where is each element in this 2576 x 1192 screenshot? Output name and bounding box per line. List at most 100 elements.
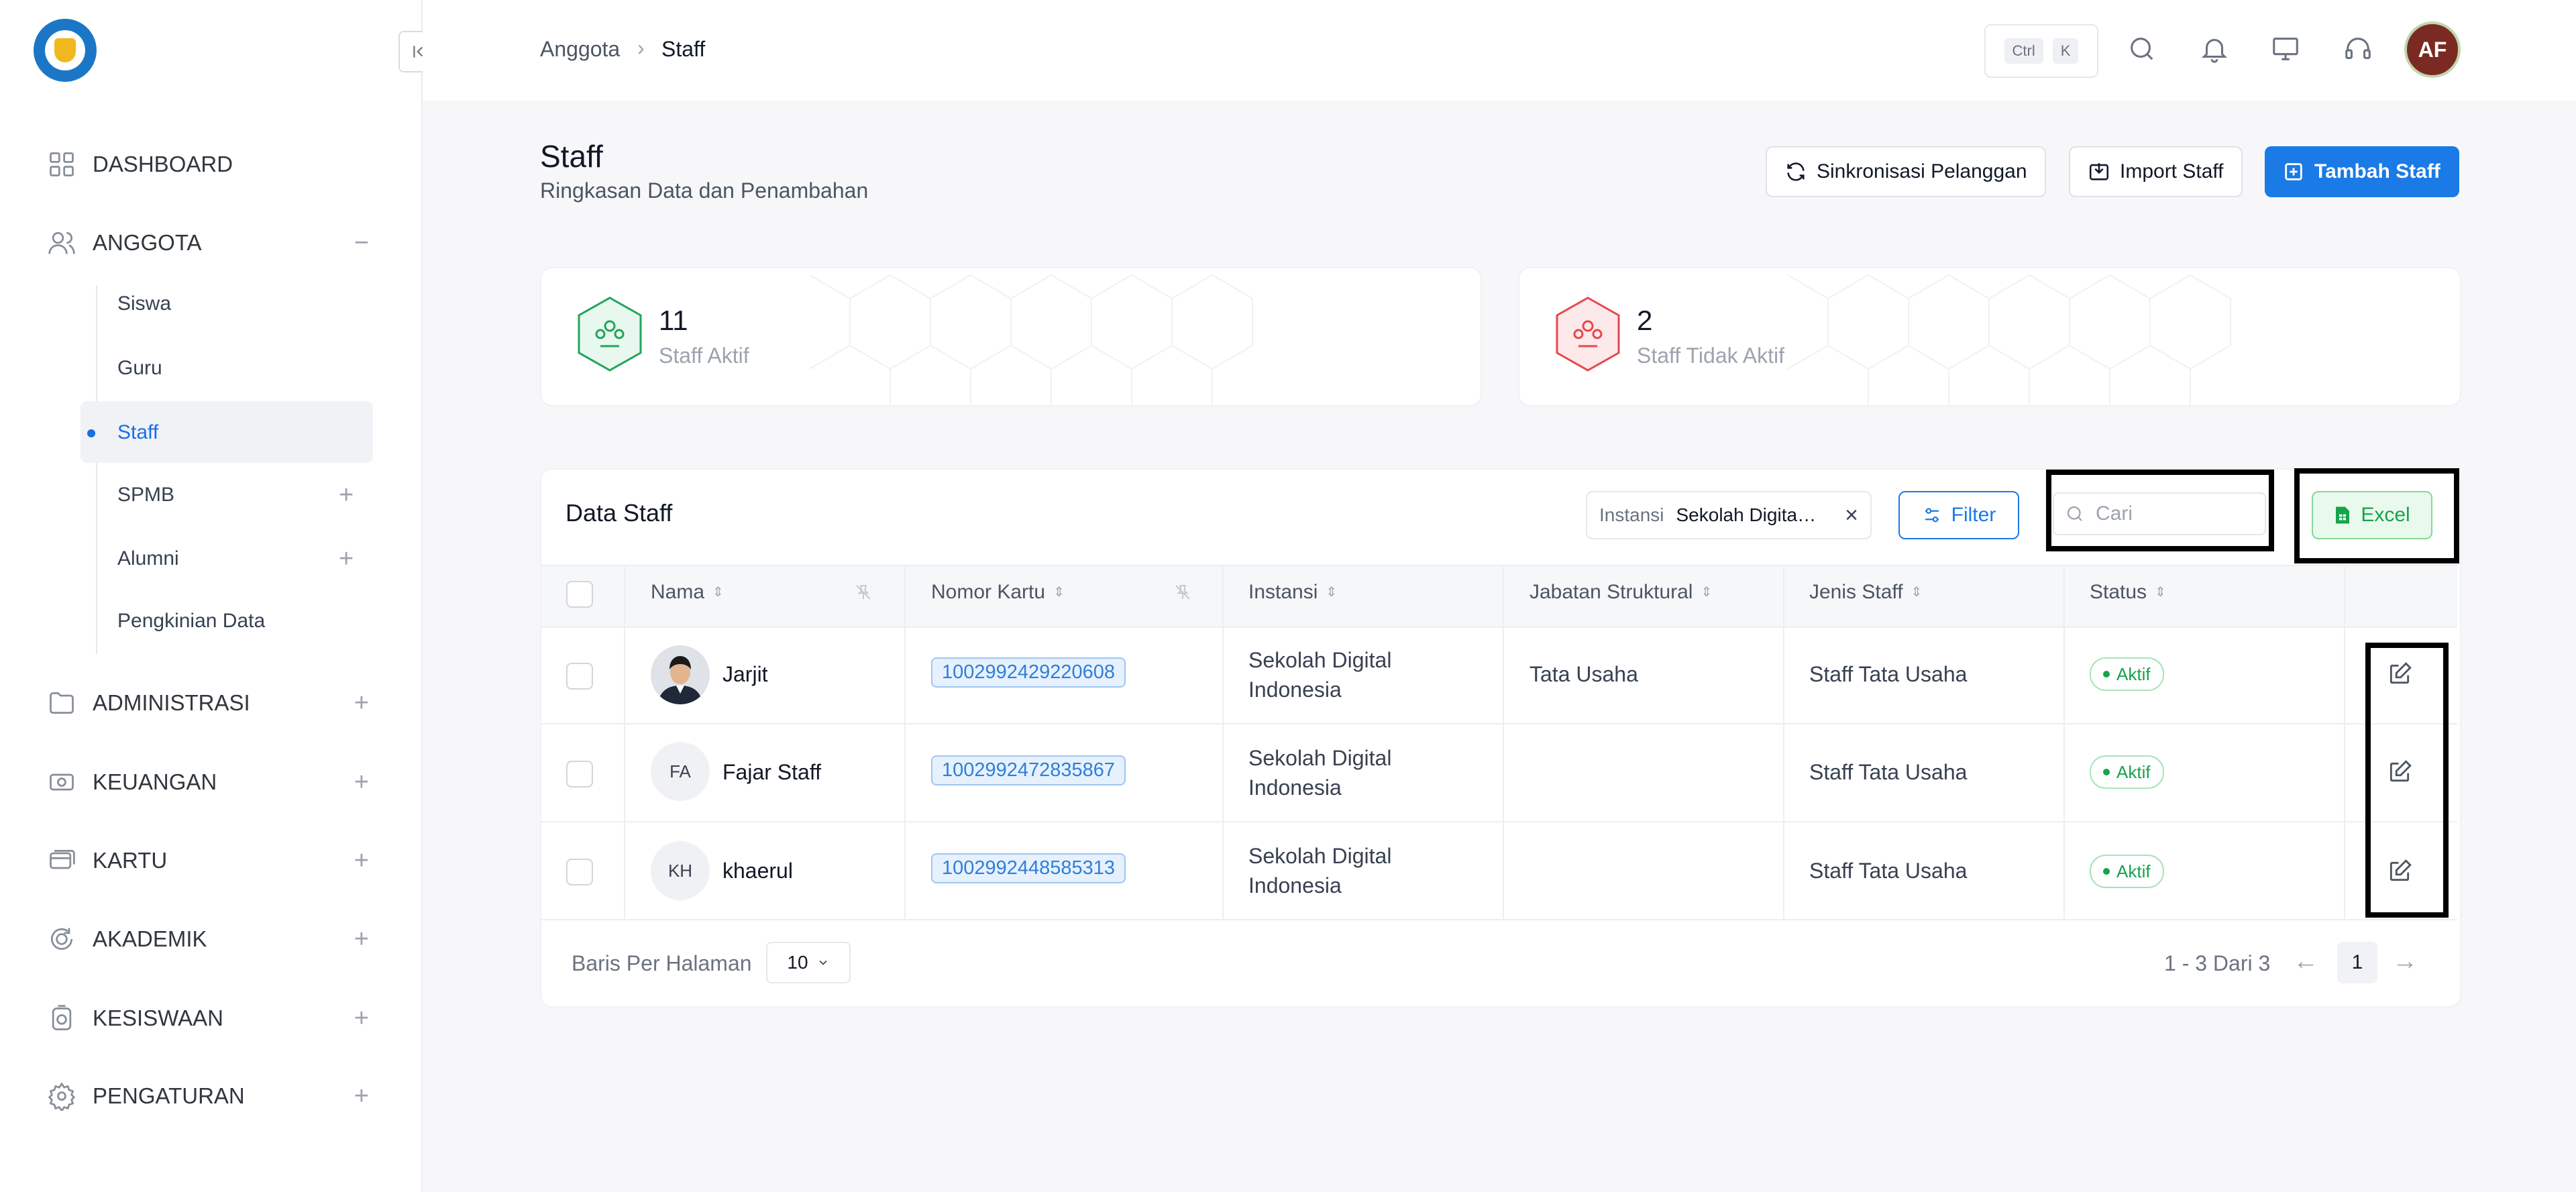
expand-toggle[interactable]: + — [354, 925, 369, 954]
filter-chip-instansi[interactable]: Instansi Sekolah Digital Indonesia × — [1586, 491, 1872, 539]
card-number-badge[interactable]: 1002992448585313 — [931, 853, 1126, 883]
current-page-button[interactable]: 1 — [2337, 942, 2377, 983]
school-logo[interactable] — [34, 19, 97, 82]
user-avatar[interactable]: AF — [2404, 21, 2461, 78]
row-checkbox[interactable] — [566, 761, 593, 788]
expand-toggle[interactable]: + — [339, 542, 354, 576]
expand-toggle[interactable]: + — [339, 478, 354, 512]
sort-icon[interactable]: ⇕ — [712, 586, 724, 599]
sidebar-item-administrasi[interactable]: ADMINISTRASI + — [47, 683, 369, 723]
users-icon — [48, 231, 75, 254]
sort-icon[interactable]: ⇕ — [1326, 586, 1337, 599]
sort-icon[interactable]: ⇕ — [1911, 586, 1923, 599]
chevron-down-icon — [818, 960, 827, 965]
search-icon[interactable] — [2127, 34, 2157, 64]
remove-filter-icon[interactable]: × — [1845, 502, 1858, 529]
stat-inactive-label: Staff Tidak Aktif — [1637, 343, 1784, 368]
unpin-icon[interactable] — [1173, 582, 1193, 602]
expand-toggle[interactable]: + — [354, 689, 369, 718]
sidebar-item-akademik[interactable]: AKADEMIK + — [47, 919, 369, 959]
sidebar-item-keuangan[interactable]: KEUANGAN + — [47, 762, 369, 802]
headset-icon[interactable] — [2343, 34, 2373, 64]
staff-name[interactable]: khaerul — [722, 859, 793, 883]
top-bar — [423, 0, 2576, 101]
instansi-line: Indonesia — [1248, 873, 1342, 898]
unpin-icon[interactable] — [853, 582, 873, 602]
column-header-jenis-staff[interactable]: Jenis Staff ⇕ — [1809, 581, 1922, 604]
column-header-status[interactable]: Status ⇕ — [2090, 581, 2166, 604]
prev-page-button[interactable]: ← — [2293, 947, 2318, 976]
import-staff-button[interactable]: Import Staff — [2069, 146, 2243, 197]
column-header-nama[interactable]: Nama ⇕ — [651, 581, 724, 604]
sidebar-item-label: KEUANGAN — [93, 769, 217, 794]
column-label: Status — [2090, 581, 2147, 603]
row-checkbox[interactable] — [566, 663, 593, 690]
card-number-badge[interactable]: 1002992429220608 — [931, 657, 1126, 688]
search-input[interactable]: Cari — [2053, 492, 2266, 535]
column-header-nomor-kartu[interactable]: Nomor Kartu ⇕ — [931, 581, 1065, 604]
table-title: Data Staff — [566, 499, 673, 527]
rows-per-page-select[interactable]: 10 — [766, 942, 851, 983]
column-divider — [624, 565, 625, 919]
hex-pattern — [1788, 274, 2231, 405]
breadcrumb-separator: › — [637, 36, 645, 60]
refresh-icon — [1787, 162, 1805, 181]
add-staff-button[interactable]: Tambah Staff — [2265, 146, 2459, 197]
sidebar-item-label: ADMINISTRASI — [93, 690, 250, 715]
excel-export-button[interactable]: Excel — [2312, 491, 2432, 539]
column-label: Nama — [651, 581, 705, 603]
staff-name[interactable]: Jarjit — [722, 662, 768, 687]
bell-icon[interactable] — [2199, 34, 2230, 64]
column-label: Jabatan Struktural — [1529, 581, 1693, 603]
sidebar-item-staff[interactable]: Staff — [117, 416, 158, 449]
sort-icon[interactable]: ⇕ — [2155, 586, 2166, 599]
expand-toggle[interactable]: + — [354, 1004, 369, 1033]
medal-icon — [52, 1005, 72, 1030]
column-header-jabatan-struktural[interactable]: Jabatan Struktural ⇕ — [1529, 581, 1712, 604]
expand-toggle[interactable]: + — [354, 768, 369, 797]
sidebar-item-pengaturan[interactable]: PENGATURAN + — [47, 1076, 369, 1116]
sidebar-item-alumni[interactable]: Alumni — [117, 542, 179, 576]
instansi-cell: Sekolah Digital Indonesia — [1248, 841, 1450, 900]
instansi-line: Sekolah Digital — [1248, 648, 1392, 672]
next-page-button[interactable]: → — [2392, 947, 2418, 976]
ctrl-key: Ctrl — [2004, 38, 2043, 64]
expand-toggle[interactable]: + — [354, 1082, 369, 1111]
stat-active-label: Staff Aktif — [659, 343, 749, 368]
row-divider — [541, 821, 2457, 822]
sidebar-item-label: KESISWAAN — [93, 1006, 223, 1030]
avatar — [651, 645, 710, 704]
select-all-checkbox[interactable] — [566, 581, 593, 608]
sidebar-item-dashboard[interactable]: DASHBOARD — [47, 144, 369, 184]
command-shortcut[interactable]: Ctrl K — [1984, 24, 2098, 78]
monitor-icon[interactable] — [2270, 34, 2301, 64]
row-checkbox[interactable] — [566, 859, 593, 885]
edit-highlight-box — [2365, 643, 2449, 918]
breadcrumb-current: Staff — [661, 37, 706, 61]
sidebar-item-guru[interactable]: Guru — [117, 351, 162, 385]
sidebar-item-kesiswaan[interactable]: KESISWAAN + — [47, 998, 369, 1038]
sidebar-item-siswa[interactable]: Siswa — [117, 287, 171, 321]
collapse-toggle[interactable]: − — [354, 229, 369, 258]
jenis-staff-cell: Staff Tata Usaha — [1809, 760, 1968, 784]
sidebar-item-kartu[interactable]: KARTU + — [47, 841, 369, 881]
row-divider — [541, 723, 2457, 724]
sort-icon[interactable]: ⇕ — [1701, 586, 1712, 599]
column-header-instansi[interactable]: Instansi ⇕ — [1248, 581, 1337, 604]
filter-button[interactable]: Filter — [1898, 491, 2019, 539]
sidebar-item-anggota[interactable]: ANGGOTA − — [47, 223, 369, 263]
column-label: Jenis Staff — [1809, 581, 1903, 603]
card-number-badge[interactable]: 1002992472835867 — [931, 755, 1126, 785]
breadcrumb-parent[interactable]: Anggota — [540, 37, 620, 62]
sort-icon[interactable]: ⇕ — [1053, 586, 1065, 599]
sync-customers-button[interactable]: Sinkronisasi Pelanggan — [1766, 146, 2046, 197]
sidebar-item-pengkinian-data[interactable]: Pengkinian Data — [117, 604, 265, 638]
column-divider — [904, 565, 906, 919]
staff-name[interactable]: Fajar Staff — [722, 760, 821, 785]
expand-toggle[interactable]: + — [354, 847, 369, 875]
sidebar-item-spmb[interactable]: SPMB — [117, 478, 174, 512]
staff-active-icon — [578, 296, 642, 372]
page-subtitle: Ringkasan Data dan Penambahan — [540, 178, 869, 203]
grid-icon — [50, 152, 74, 176]
card-icon — [50, 849, 75, 869]
